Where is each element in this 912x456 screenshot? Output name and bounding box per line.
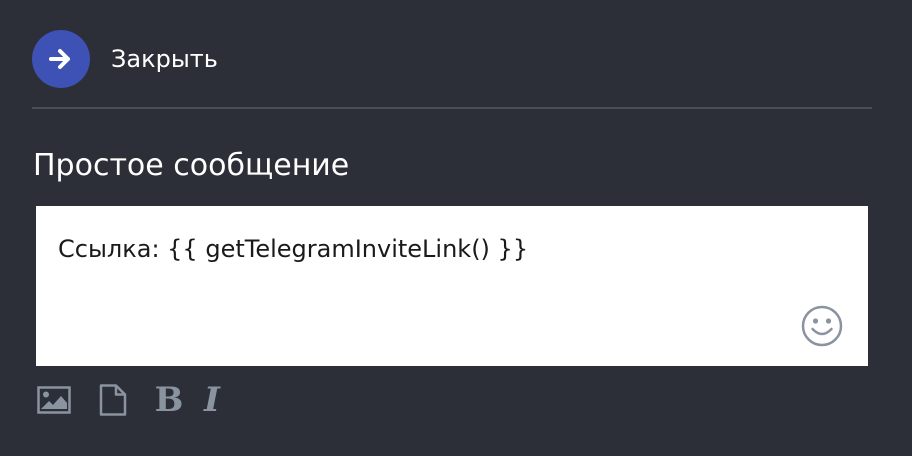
close-button[interactable]: Закрыть [32,30,218,88]
bold-button[interactable]: B [154,382,184,418]
smiley-icon[interactable] [800,304,844,348]
arrow-right-icon[interactable] [32,30,90,88]
close-label[interactable]: Закрыть [111,45,218,73]
image-icon[interactable] [36,382,72,418]
message-text[interactable]: Ссылка: {{ getTelegramInviteLink() }} [58,232,528,266]
italic-button[interactable]: I [202,382,222,418]
section-title: Простое сообщение [33,148,350,183]
divider [32,107,872,109]
formatting-toolbar: B I [36,382,222,418]
message-editor[interactable]: Ссылка: {{ getTelegramInviteLink() }} [36,206,868,366]
file-icon[interactable] [96,382,130,418]
